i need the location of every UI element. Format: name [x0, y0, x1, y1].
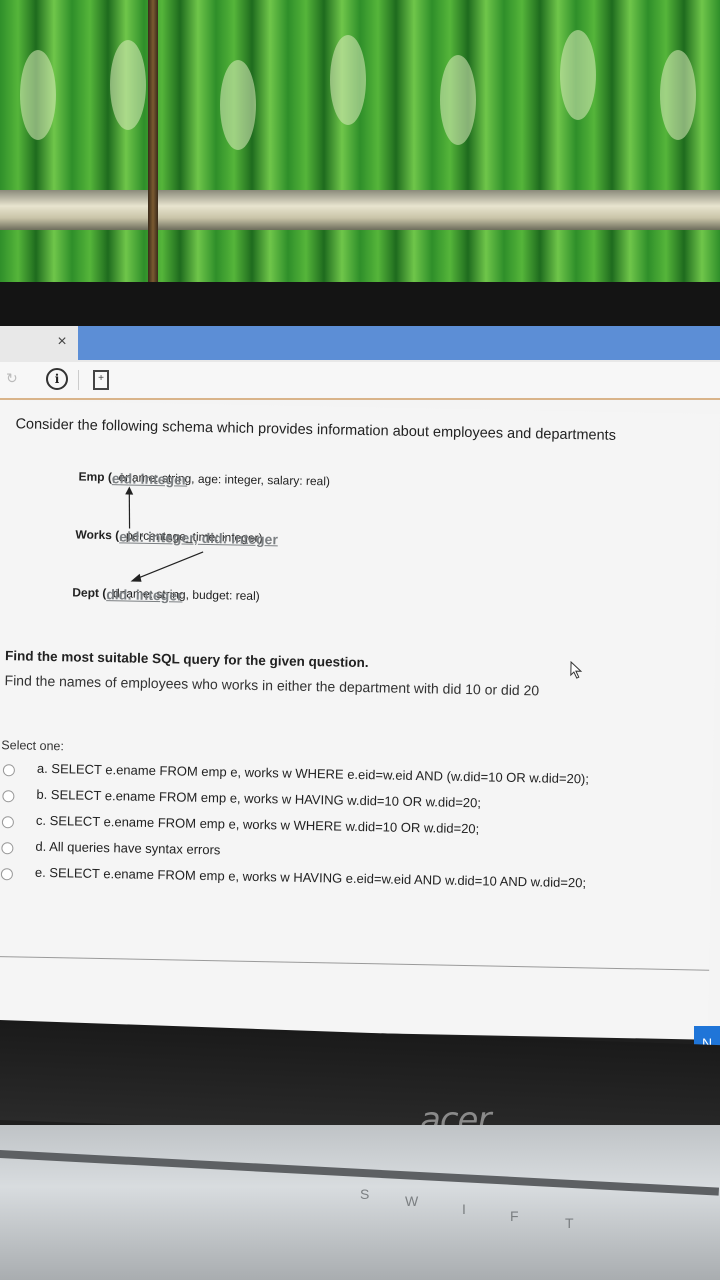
- radio-button[interactable]: [2, 790, 15, 803]
- curtain-pattern: [440, 55, 476, 145]
- select-one-label: Select one:: [1, 738, 65, 754]
- quiz-question-content: Consider the following schema which prov…: [0, 400, 720, 1040]
- browser-address-bar: ↻ i +: [0, 362, 720, 400]
- schema-arrows: [125, 486, 204, 582]
- info-icon[interactable]: i: [46, 368, 68, 390]
- toolbar-divider: [78, 370, 79, 390]
- keyboard-key: W: [405, 1193, 419, 1209]
- radio-button[interactable]: [0, 868, 14, 881]
- reload-icon[interactable]: ↻: [6, 371, 20, 385]
- mouse-cursor-icon: [570, 660, 583, 679]
- curtain-pattern: [330, 35, 366, 125]
- option-label[interactable]: d. All queries have syntax errors: [35, 839, 220, 858]
- keyboard-key: F: [510, 1208, 519, 1224]
- curtain-pattern: [660, 50, 696, 140]
- arrow-head: [125, 486, 134, 495]
- laptop-screen: × ↻ i + Consider the following schema wh…: [0, 326, 720, 1060]
- arrow-works-to-dept: [136, 551, 204, 580]
- page-action-icon[interactable]: +: [93, 370, 109, 390]
- radio-button[interactable]: [1, 816, 15, 829]
- arrow-works-to-emp: [128, 490, 131, 529]
- tab-close-icon[interactable]: ×: [54, 334, 70, 350]
- browser-title-bar: [78, 326, 720, 360]
- keyboard-key: S: [360, 1186, 370, 1202]
- browser-tab-bar: ×: [0, 326, 720, 362]
- curtain-pattern: [220, 60, 256, 150]
- radio-button[interactable]: [1, 842, 14, 855]
- radio-button[interactable]: [2, 764, 16, 777]
- curtain-pattern: [20, 50, 56, 140]
- curtain-band: [0, 190, 720, 230]
- laptop-bezel-top: [0, 282, 720, 328]
- laptop-keyboard-deck: [0, 1125, 720, 1280]
- arrow-head: [130, 573, 142, 582]
- keyboard-key: I: [462, 1201, 466, 1217]
- keyboard-key: T: [565, 1215, 574, 1231]
- curtain-pole: [148, 0, 158, 290]
- curtain-pattern: [110, 40, 146, 130]
- curtain-pattern: [560, 30, 596, 120]
- background-curtain: [0, 0, 720, 300]
